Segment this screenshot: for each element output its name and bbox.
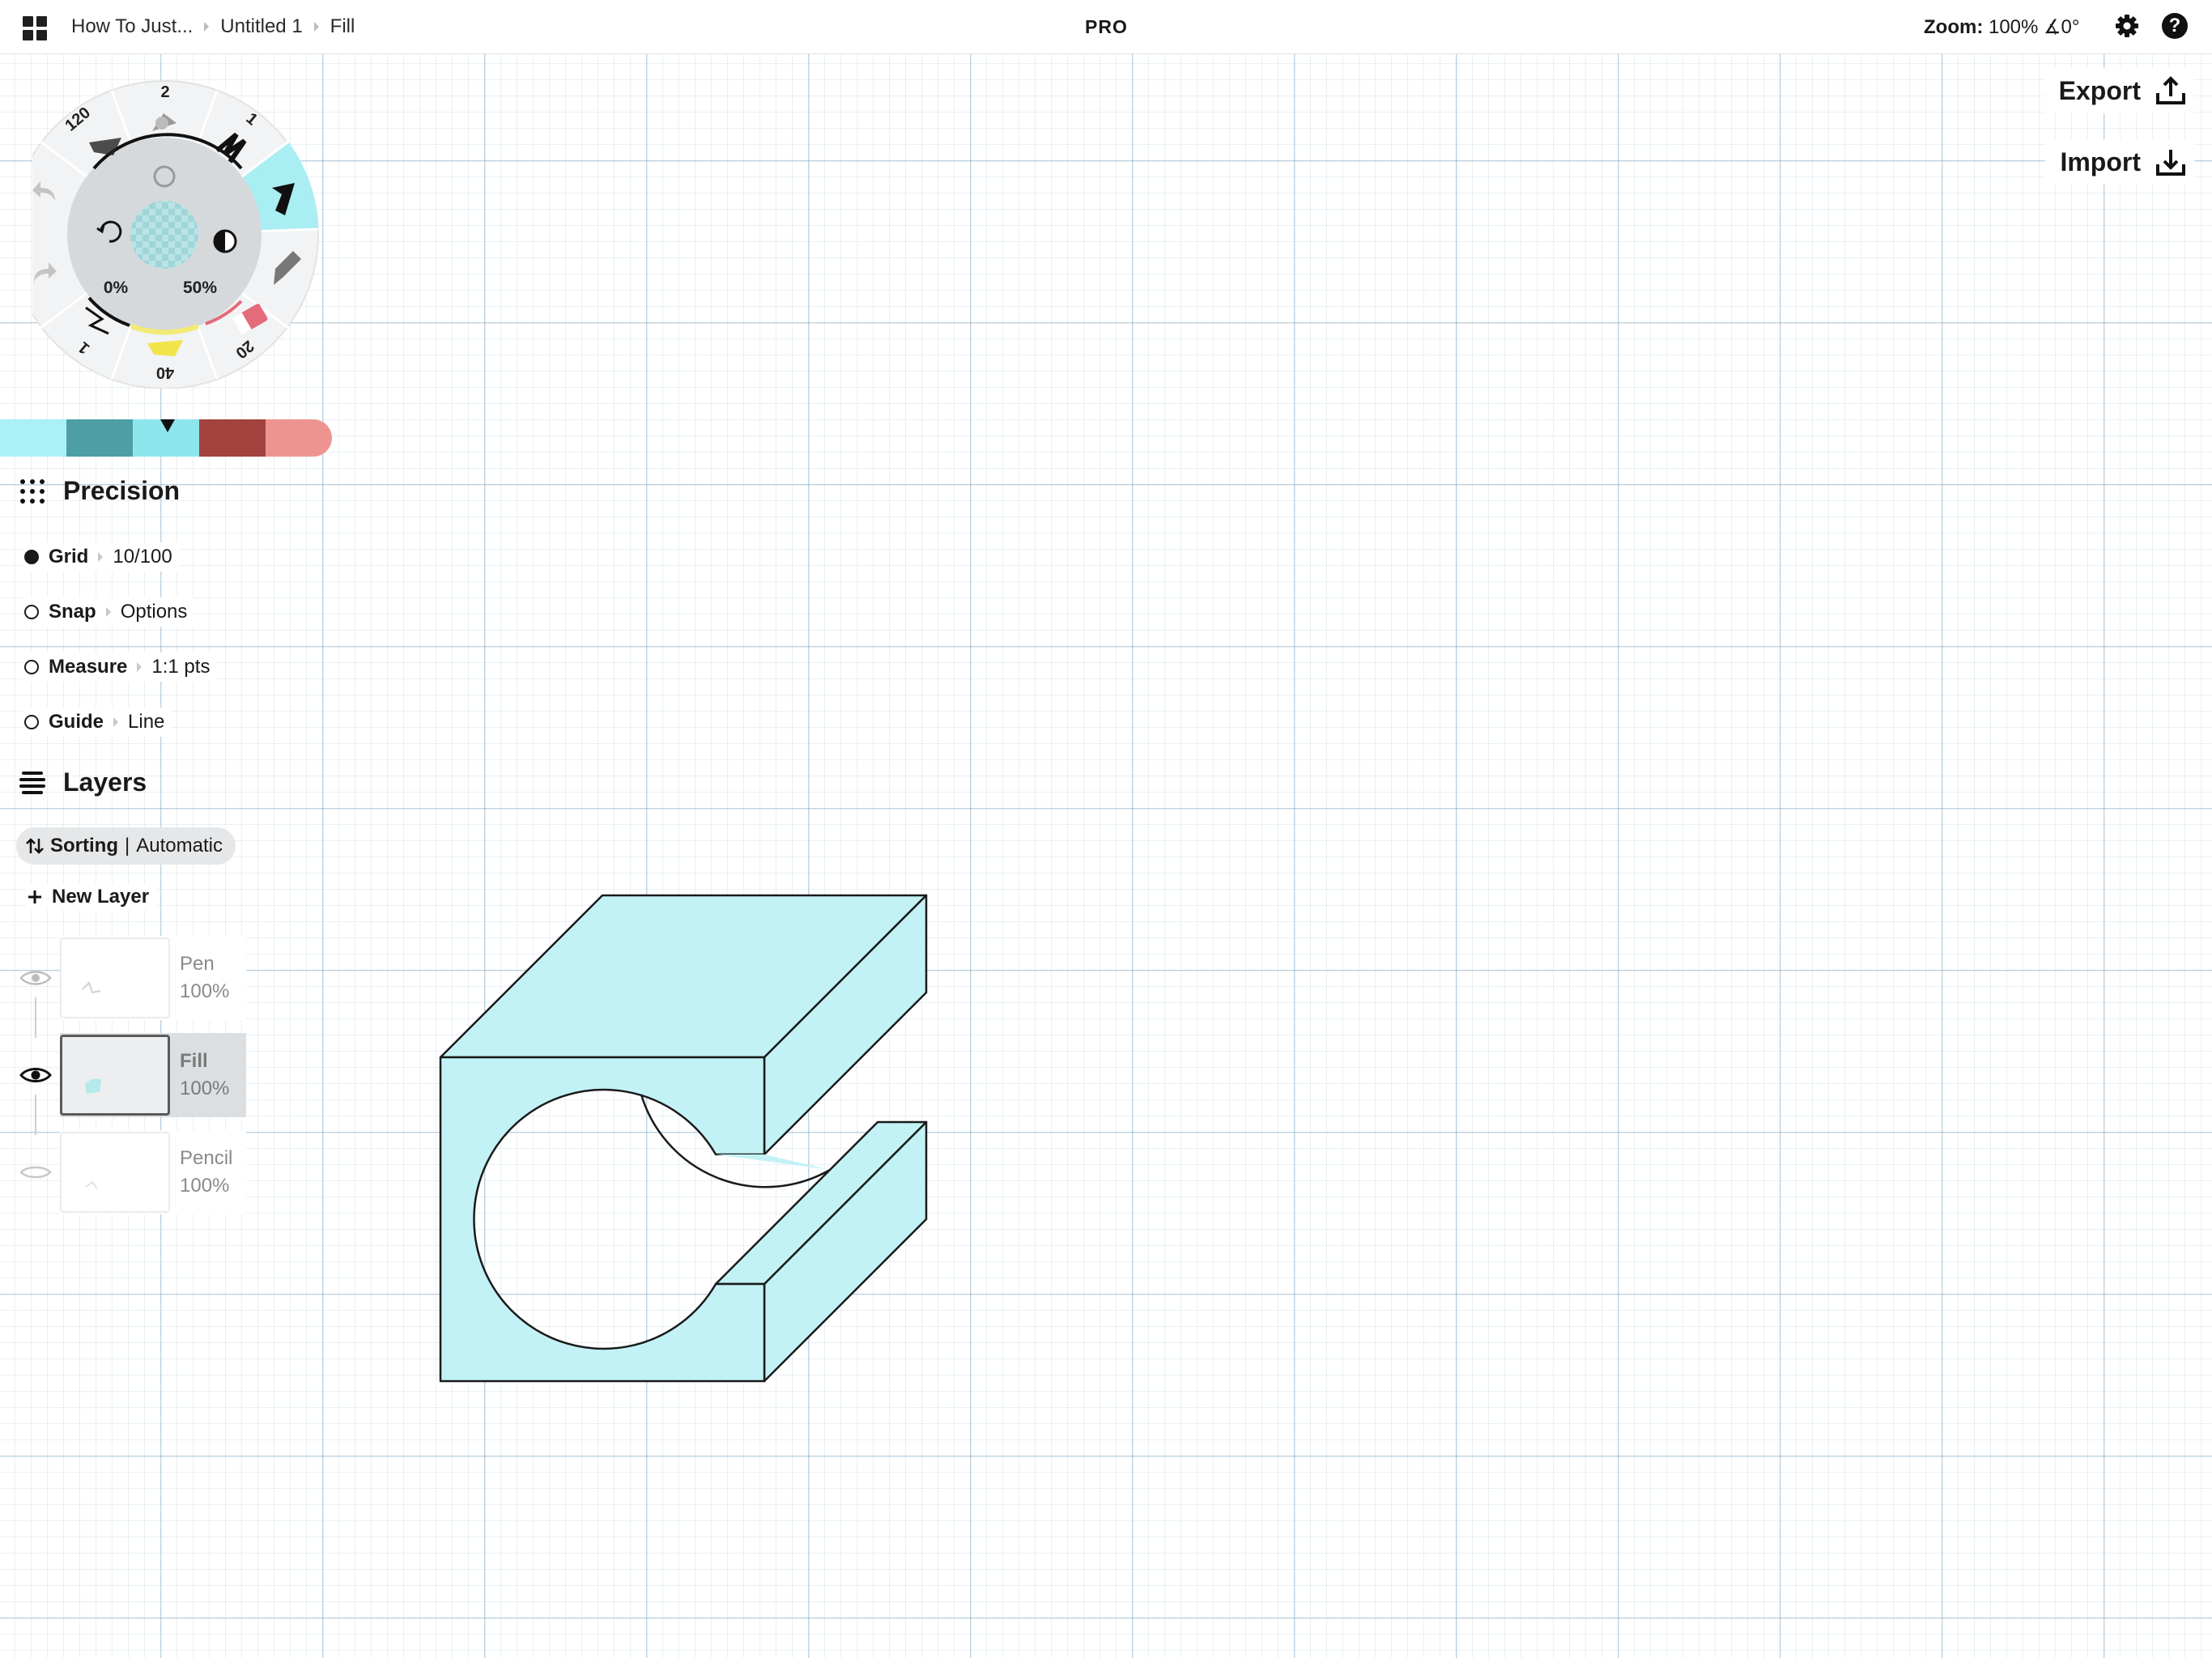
layers-stack-icon bbox=[19, 771, 45, 794]
zoom-indicator[interactable]: Zoom: 100% ∡0° bbox=[1924, 15, 2080, 39]
snap-toggle-icon[interactable] bbox=[24, 605, 39, 619]
tool-size-highlighter: 40 bbox=[156, 363, 174, 381]
sorting-toggle[interactable]: Sorting | Automatic bbox=[16, 827, 236, 865]
selected-color-marker-icon bbox=[160, 419, 175, 432]
eye-closed-icon[interactable] bbox=[19, 1163, 52, 1182]
gear-icon[interactable] bbox=[2115, 14, 2139, 38]
import-icon bbox=[2156, 150, 2185, 176]
current-color-swatch[interactable] bbox=[130, 201, 198, 269]
disclosure-arrow-icon bbox=[113, 717, 119, 727]
zoom-value: 100% ∡0° bbox=[1988, 16, 2080, 38]
disclosure-arrow-icon bbox=[137, 662, 143, 672]
import-label: Import bbox=[2060, 147, 2141, 176]
redo-icon[interactable] bbox=[31, 261, 58, 285]
opacity-label: 0% bbox=[104, 278, 129, 297]
shape-front-face bbox=[439, 1056, 766, 1383]
palette-swatch-selected[interactable] bbox=[133, 419, 199, 457]
measure-label: Measure bbox=[49, 656, 128, 678]
smoothing-label: 50% bbox=[183, 278, 217, 297]
precision-measure-row[interactable]: Measure 1:1 pts bbox=[23, 653, 217, 682]
breadcrumb-drawing[interactable]: Untitled 1 bbox=[220, 15, 302, 38]
contrast-icon[interactable] bbox=[213, 229, 237, 253]
zoom-label: Zoom: bbox=[1924, 16, 1984, 38]
measure-value[interactable]: 1:1 pts bbox=[151, 656, 210, 678]
palette-swatch[interactable] bbox=[0, 419, 66, 457]
eye-icon[interactable] bbox=[19, 1065, 52, 1085]
plus-icon bbox=[28, 891, 41, 903]
color-palette[interactable] bbox=[0, 419, 332, 457]
gallery-grid-icon[interactable] bbox=[23, 16, 47, 40]
layer-thumbnail[interactable] bbox=[60, 1132, 170, 1213]
disclosure-arrow-icon bbox=[98, 552, 104, 562]
eye-icon[interactable] bbox=[19, 968, 52, 988]
top-bar: How To Just... Untitled 1 Fill PRO Zoom:… bbox=[0, 0, 2212, 54]
guide-toggle-icon[interactable] bbox=[24, 715, 39, 729]
palette-swatch[interactable] bbox=[66, 419, 133, 457]
snap-label: Snap bbox=[49, 601, 96, 623]
precision-snap-row[interactable]: Snap Options bbox=[23, 597, 194, 627]
new-layer-label: New Layer bbox=[52, 886, 150, 908]
layer-opacity: 100% bbox=[180, 1175, 230, 1197]
layer-opacity: 100% bbox=[180, 980, 230, 1002]
breadcrumb-layer[interactable]: Fill bbox=[330, 15, 355, 38]
guide-value[interactable]: Line bbox=[128, 711, 164, 733]
layers-header[interactable]: Layers bbox=[19, 767, 147, 797]
layer-item-pencil[interactable]: Pencil 100% bbox=[60, 1130, 246, 1214]
precision-grid-row[interactable]: Grid 10/100 bbox=[23, 542, 179, 572]
grid-label: Grid bbox=[49, 546, 89, 568]
guide-label: Guide bbox=[49, 711, 104, 733]
sort-arrows-icon bbox=[26, 838, 44, 854]
breadcrumb-gallery[interactable]: How To Just... bbox=[71, 15, 193, 38]
pro-badge[interactable]: PRO bbox=[1085, 16, 1128, 38]
breadcrumb-separator-icon bbox=[313, 22, 319, 32]
breadcrumb: How To Just... Untitled 1 Fill bbox=[71, 15, 355, 38]
layer-name: Pen bbox=[180, 953, 215, 975]
layer-opacity: 100% bbox=[180, 1078, 230, 1099]
layer-name: Fill bbox=[180, 1050, 208, 1072]
layer-connector bbox=[35, 1095, 36, 1135]
export-button[interactable]: Export bbox=[2044, 68, 2194, 113]
grid-value[interactable]: 10/100 bbox=[113, 546, 172, 568]
export-label: Export bbox=[2058, 75, 2141, 105]
layer-item-pen[interactable]: Pen 100% bbox=[60, 936, 246, 1020]
new-layer-button[interactable]: New Layer bbox=[26, 884, 156, 910]
precision-title: Precision bbox=[63, 476, 181, 505]
layer-thumbnail[interactable] bbox=[60, 1035, 170, 1116]
palette-swatch[interactable] bbox=[266, 419, 332, 457]
grid-toggle-icon[interactable] bbox=[24, 550, 39, 564]
layer-item-fill[interactable]: Fill 100% bbox=[60, 1033, 246, 1117]
sorting-label: Sorting bbox=[50, 835, 118, 857]
layer-name: Pencil bbox=[180, 1147, 233, 1169]
export-icon bbox=[2156, 76, 2185, 104]
layers-title: Layers bbox=[63, 767, 147, 797]
sorting-value: Automatic bbox=[136, 835, 223, 857]
measure-toggle-icon[interactable] bbox=[24, 660, 39, 674]
import-button[interactable]: Import bbox=[2045, 139, 2194, 185]
tool-wheel[interactable]: 0% 50% 2 1 20 40 1 120 bbox=[32, 73, 340, 389]
tool-size-pencil: 2 bbox=[160, 83, 169, 101]
disclosure-arrow-icon bbox=[105, 607, 111, 617]
help-icon[interactable]: ? bbox=[2162, 13, 2188, 39]
layer-connector bbox=[35, 997, 36, 1038]
precision-header[interactable]: Precision bbox=[19, 476, 180, 506]
layer-thumbnail[interactable] bbox=[60, 937, 170, 1018]
undo-icon[interactable] bbox=[31, 180, 58, 204]
precision-grid-icon bbox=[20, 478, 45, 504]
precision-guide-row[interactable]: Guide Line bbox=[23, 708, 172, 737]
breadcrumb-separator-icon bbox=[204, 22, 210, 32]
snap-value[interactable]: Options bbox=[121, 601, 188, 623]
sorting-divider: | bbox=[125, 835, 130, 857]
palette-swatch[interactable] bbox=[199, 419, 266, 457]
